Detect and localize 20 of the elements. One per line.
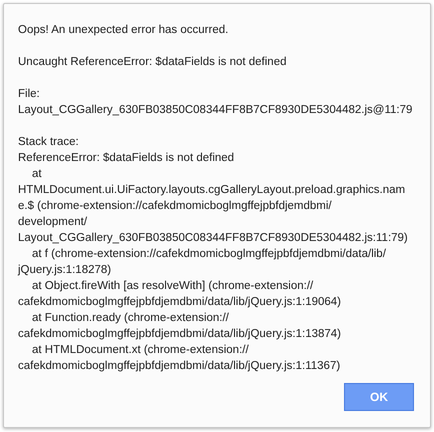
stack-trace-line: e.$ (chrome-extension://cafekdmomicboglmgffejpbfdjemdbmi/ [18,199,332,214]
stack-trace-line: jQuery.js:1:18278) [18,263,112,278]
stack-trace-line: at Function.ready (chrome-extension:// [31,311,229,326]
error-message: Oops! An unexpected error has occurred. [18,23,230,38]
ok-button[interactable]: OK [344,383,414,411]
stack-trace-line: cafekdmomicboglmgffejpbfdjemdbmi/data/lib/jQuery.js:1:19064) [18,295,342,310]
stack-trace-line: at [31,167,42,182]
file-path: Layout_CGGallery_630FB03850C08344FF8B7CF8930DE5304482.js@11:79 [18,103,414,118]
stack-trace-label: Stack trace: [18,135,79,150]
stack-trace-line: development/ [18,215,88,230]
stack-trace-line: at f (chrome-extension://cafekdmomicboglmgffejpbfdjemdbmi/data/lib/ [31,247,386,262]
stack-trace-line: at Object.fireWith [as resolveWith] (chrome-extension:// [31,279,314,294]
stack-trace-line: HTMLDocument.ui.UiFactory.layouts.cgGalleryLayout.preload.graphics.nam [18,183,406,198]
stack-trace-line: cafekdmomicboglmgffejpbfdjemdbmi/data/lib/jQuery.js:1:11367) [18,359,340,374]
stack-trace-line: ReferenceError: $dataFields is not defined [18,151,234,166]
error-description: Uncaught ReferenceError: $dataFields is not defined [18,55,288,70]
stack-trace-line: Layout_CGGallery_630FB03850C08344FF8B7CF8930DE5304482.js:11:79) [18,231,408,246]
stack-trace-line: cafekdmomicboglmgffejpbfdjemdbmi/data/lib/jQuery.js:1:13874) [18,327,342,342]
file-label: File: [18,87,40,102]
stack-trace-line: at HTMLDocument.xt (chrome-extension:// [31,343,249,358]
